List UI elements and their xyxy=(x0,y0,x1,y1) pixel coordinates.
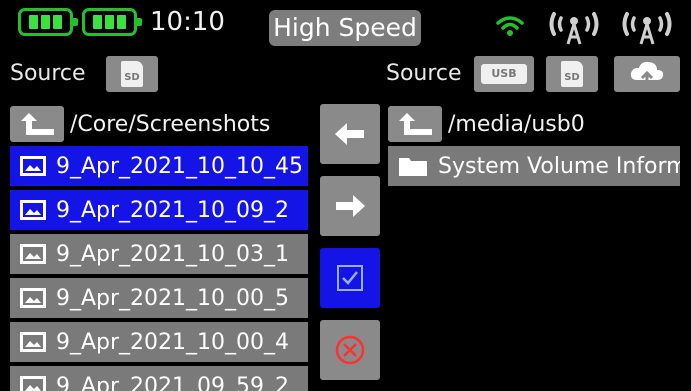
left-arrow-icon xyxy=(335,123,364,145)
battery-indicator-1 xyxy=(18,8,78,36)
file-row[interactable]: 9_Apr_2021_10_00_5 xyxy=(10,278,308,318)
left-file-list: 9_Apr_2021_10_10_45 9_Apr_2021_10_09_2 9… xyxy=(10,146,308,391)
right-source-cloud-button[interactable] xyxy=(614,56,680,92)
copy-left-button[interactable] xyxy=(320,104,380,164)
file-name: 9_Apr_2021_09_59_2 xyxy=(56,373,290,391)
battery-cell xyxy=(29,15,38,29)
cloud-icon xyxy=(630,61,664,87)
right-file-list: System Volume Inform xyxy=(388,146,680,186)
antenna-icon xyxy=(547,6,601,46)
battery-cell xyxy=(105,15,114,29)
battery-icon xyxy=(137,18,142,26)
image-file-icon xyxy=(20,288,46,308)
folder-name: System Volume Inform xyxy=(438,153,680,179)
folder-icon xyxy=(399,158,427,176)
file-row[interactable]: 9_Apr_2021_10_09_2 xyxy=(10,190,308,230)
image-file-icon xyxy=(20,156,46,176)
file-row[interactable]: 9_Apr_2021_10_03_1 xyxy=(10,234,308,274)
right-source-usb-button[interactable]: USB xyxy=(474,56,534,92)
file-name: 9_Apr_2021_10_00_4 xyxy=(56,329,290,355)
battery-cell xyxy=(41,15,50,29)
right-current-path: /media/usb0 xyxy=(448,111,585,137)
folder-row[interactable]: System Volume Inform xyxy=(388,146,680,186)
image-file-icon xyxy=(20,244,46,264)
file-row[interactable]: 9_Apr_2021_09_59_2 xyxy=(10,366,308,391)
battery-cell xyxy=(93,15,102,29)
file-name: 9_Apr_2021_10_03_1 xyxy=(56,241,290,267)
sd-card-icon: SD xyxy=(561,61,583,87)
sd-card-icon: SD xyxy=(121,61,143,87)
usb-icon: USB xyxy=(481,64,527,84)
right-source-label: Source xyxy=(386,61,462,86)
left-up-directory-button[interactable] xyxy=(10,106,64,142)
image-file-icon xyxy=(20,376,46,391)
left-current-path: /Core/Screenshots xyxy=(70,111,271,137)
up-directory-icon xyxy=(399,113,432,135)
speed-mode-button[interactable]: High Speed xyxy=(269,10,421,46)
right-arrow-icon xyxy=(336,195,365,217)
clock-time: 10:10 xyxy=(150,7,225,37)
file-name: 9_Apr_2021_10_09_2 xyxy=(56,197,290,223)
file-row[interactable]: 9_Apr_2021_10_00_4 xyxy=(10,322,308,362)
file-name: 9_Apr_2021_10_00_5 xyxy=(56,285,290,311)
image-file-icon xyxy=(20,200,46,220)
file-name: 9_Apr_2021_10_10_45 xyxy=(56,153,304,179)
left-source-label: Source xyxy=(10,61,86,86)
left-source-sd-button[interactable]: SD xyxy=(106,56,158,92)
antenna-icon xyxy=(620,6,674,46)
battery-indicator-2 xyxy=(82,8,142,36)
cancel-button[interactable] xyxy=(320,320,380,380)
up-directory-icon xyxy=(21,113,54,135)
battery-cell xyxy=(53,15,62,29)
select-all-button[interactable] xyxy=(320,248,380,308)
battery-cell xyxy=(117,15,126,29)
battery-icon xyxy=(73,18,78,26)
right-path-bar: /media/usb0 xyxy=(388,102,680,146)
checkbox-icon xyxy=(337,265,363,291)
right-source-sd-button[interactable]: SD xyxy=(546,56,598,92)
copy-right-button[interactable] xyxy=(320,176,380,236)
cancel-icon xyxy=(335,335,365,365)
wifi-icon xyxy=(492,6,528,46)
file-row[interactable]: 9_Apr_2021_10_10_45 xyxy=(10,146,308,186)
left-path-bar: /Core/Screenshots xyxy=(10,102,308,146)
right-up-directory-button[interactable] xyxy=(388,106,442,142)
image-file-icon xyxy=(20,332,46,352)
